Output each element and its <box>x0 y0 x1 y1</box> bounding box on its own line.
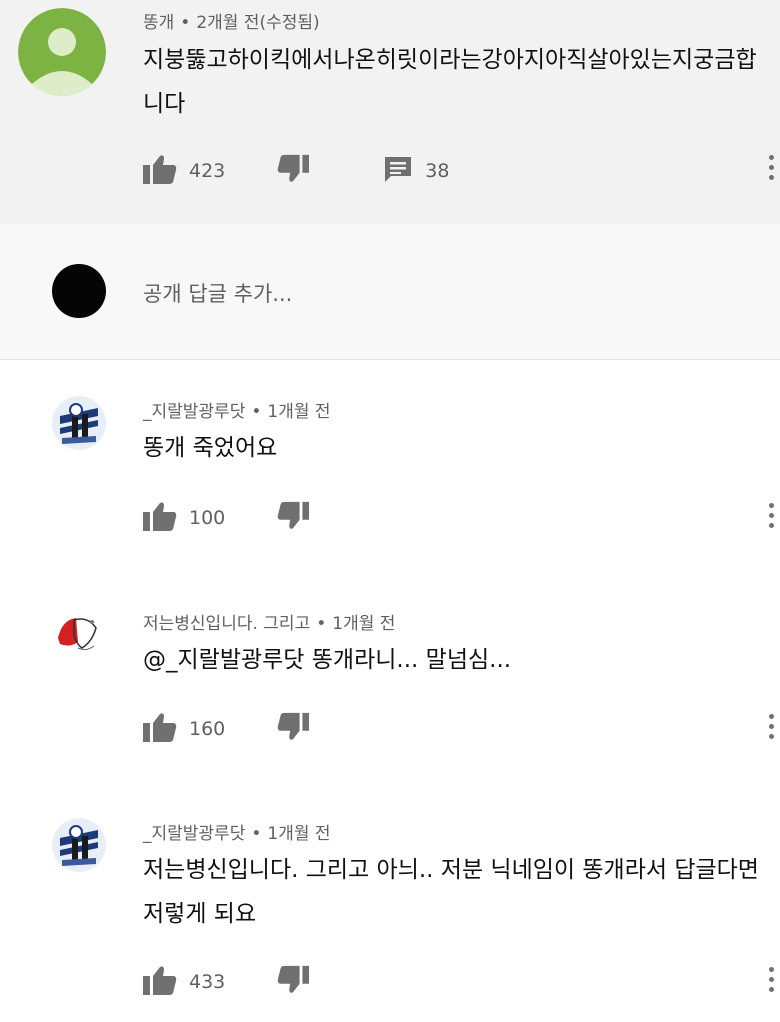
reply-count[interactable]: 38 <box>425 160 449 182</box>
anime-avatar-icon <box>52 818 106 872</box>
comment-meta: 저는병신입니다. 그리고 • 1개월 전 <box>143 609 395 634</box>
comment-author[interactable]: _지랄발광루닷 <box>143 824 245 844</box>
avatar[interactable] <box>52 396 106 450</box>
thumb-up-icon[interactable] <box>143 965 177 1000</box>
comment-text: 똥개 죽었어요 <box>143 435 278 461</box>
comment-actions: 423 38 <box>143 154 449 189</box>
meta-separator: • <box>180 13 191 33</box>
comment-time[interactable]: 1개월 전 <box>267 824 330 844</box>
comment-author[interactable]: 똥개 <box>143 13 174 33</box>
meta-separator: • <box>251 824 262 844</box>
comment-actions: 100 <box>143 501 310 536</box>
thumb-up-icon[interactable] <box>143 712 177 747</box>
like-count: 433 <box>189 971 226 993</box>
thumb-up-icon[interactable] <box>143 501 177 536</box>
comment-text: 지붕뚫고하이킥에서나온히릿이라는강아지아직살아있는지궁금합니다 <box>143 47 757 117</box>
avatar[interactable] <box>52 608 106 662</box>
more-vertical-icon[interactable] <box>766 155 776 187</box>
comment-time[interactable]: 1개월 전 <box>332 614 395 634</box>
thumb-down-icon[interactable] <box>277 712 310 747</box>
comment-meta: _지랄발광루닷 • 1개월 전 <box>143 819 331 844</box>
sketch-avatar-icon <box>52 608 106 662</box>
thumb-down-icon[interactable] <box>277 154 310 189</box>
thumb-up-icon[interactable] <box>143 154 177 189</box>
user-avatar <box>52 264 106 318</box>
more-vertical-icon[interactable] <box>766 967 776 999</box>
comment-author[interactable]: 저는병신입니다. 그리고 <box>143 614 310 634</box>
comment-meta: 똥개 • 2개월 전(수정됨) <box>143 8 320 33</box>
like-count: 423 <box>189 160 226 182</box>
comment-time[interactable]: 1개월 전 <box>267 402 330 422</box>
meta-separator: • <box>316 614 327 634</box>
reply-box-section <box>0 224 780 360</box>
comment-actions: 433 <box>143 965 310 1000</box>
default-avatar-icon <box>18 8 106 96</box>
thumb-down-icon[interactable] <box>277 501 310 536</box>
like-count: 160 <box>189 718 226 740</box>
comment-meta: _지랄발광루닷 • 1개월 전 <box>143 397 331 422</box>
meta-separator: • <box>251 402 262 422</box>
comment-icon[interactable] <box>383 154 413 189</box>
comment-author[interactable]: _지랄발광루닷 <box>143 402 245 422</box>
avatar[interactable] <box>18 8 106 96</box>
comment-actions: 160 <box>143 712 310 747</box>
like-count: 100 <box>189 507 226 529</box>
avatar[interactable] <box>52 818 106 872</box>
anime-avatar-icon <box>52 396 106 450</box>
reply-input[interactable]: 공개 답글 추가... <box>143 278 292 308</box>
more-vertical-icon[interactable] <box>766 714 776 746</box>
comment-text: @_지랄발광루닷 똥개라니... 말넘심... <box>143 647 512 673</box>
more-vertical-icon[interactable] <box>766 503 776 535</box>
comment-text: 저는병신입니다. 그리고 아늬.. 저분 닉네임이 똥개라서 답글다면 저렇게 … <box>143 857 759 927</box>
thumb-down-icon[interactable] <box>277 965 310 1000</box>
comment-time[interactable]: 2개월 전(수정됨) <box>196 13 319 33</box>
